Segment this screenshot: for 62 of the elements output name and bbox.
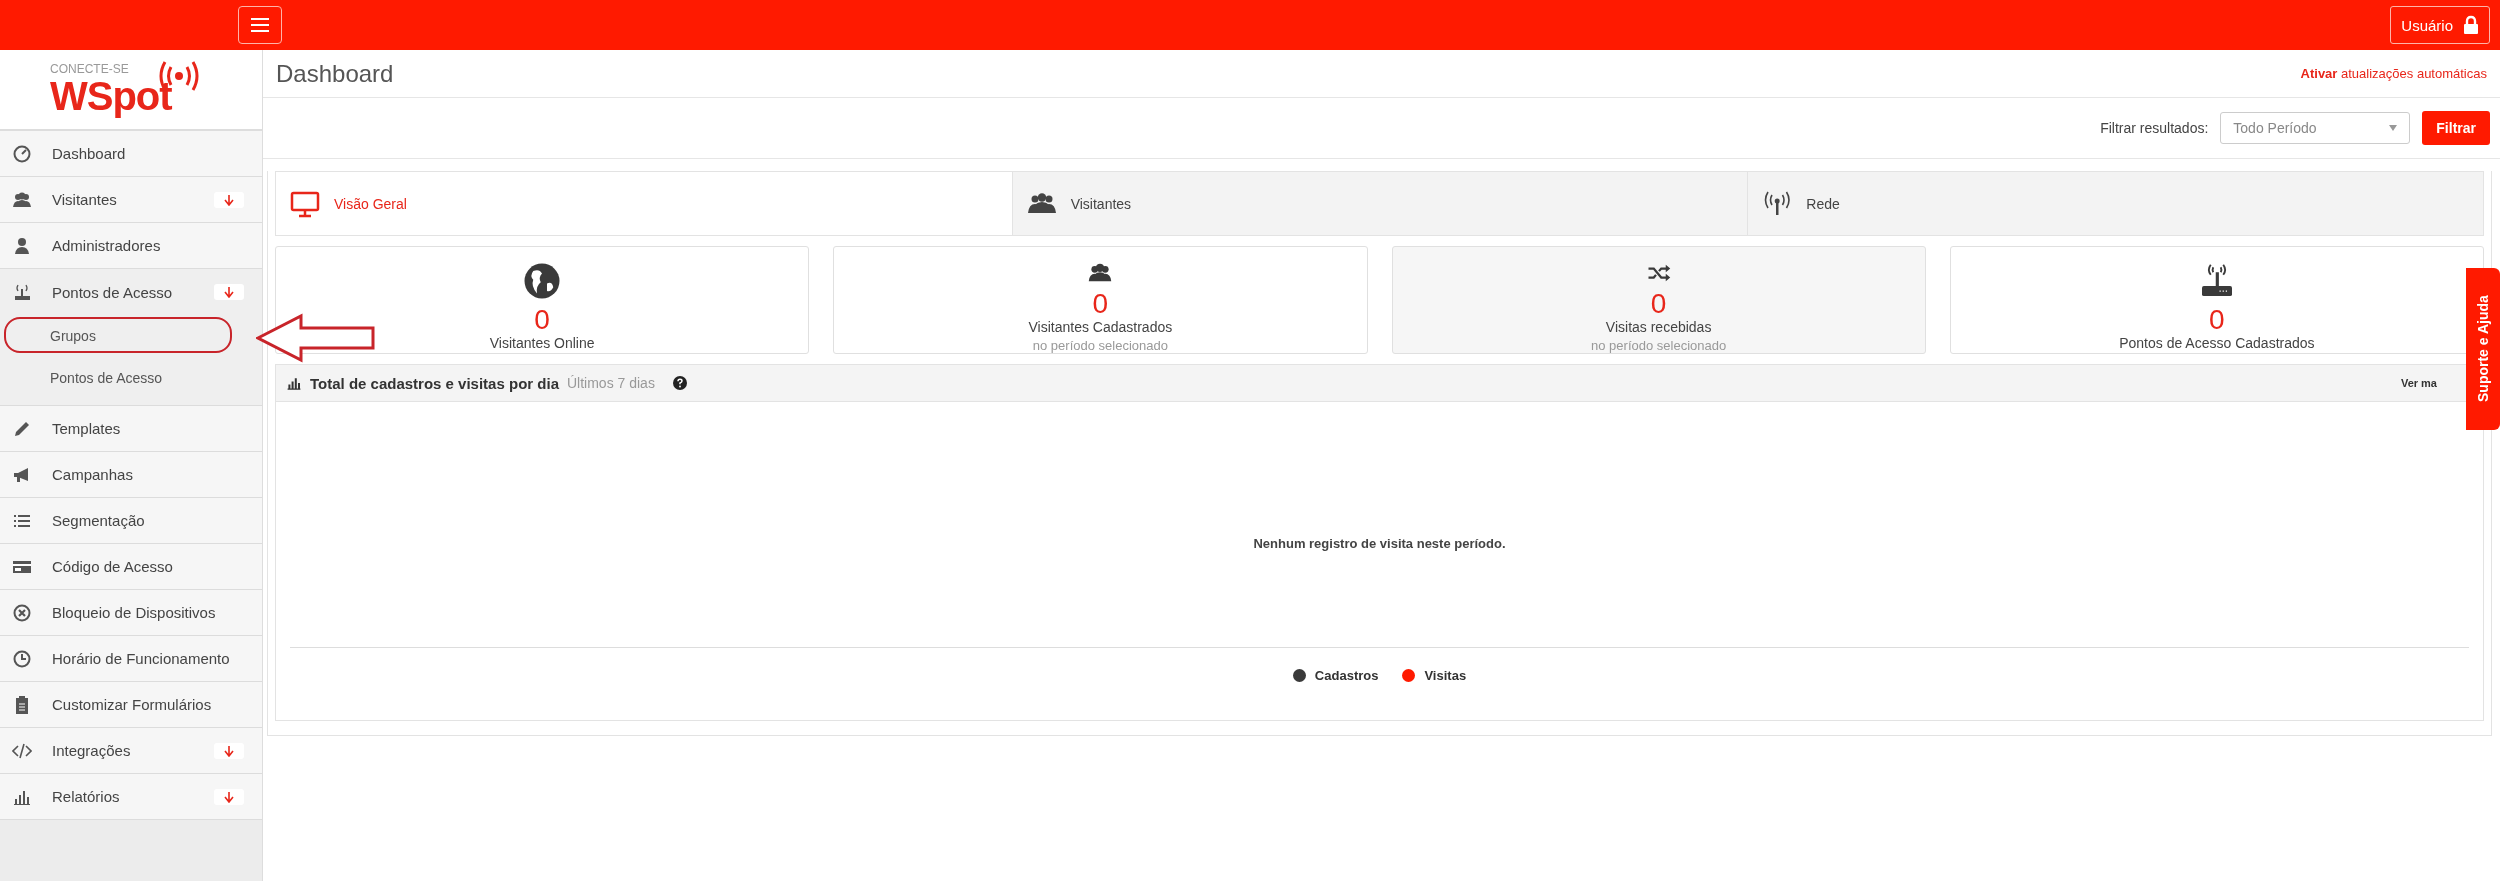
gauge-icon: [12, 143, 32, 164]
arrow-icon: [224, 193, 234, 206]
menu-icon: [251, 18, 269, 32]
tab[interactable]: Rede: [1747, 172, 2483, 235]
stat-value: 0: [1650, 289, 1667, 319]
monitor-icon: [290, 189, 320, 218]
expand-toggle[interactable]: [214, 284, 244, 300]
logo-name: WSpot: [50, 76, 172, 116]
legend-label: Visitas: [1424, 668, 1467, 683]
expand-toggle[interactable]: [214, 788, 244, 805]
legend-label: Cadastros: [1314, 668, 1379, 683]
stat-label: Visitantes Cadastrados: [1028, 319, 1173, 335]
stat-note: no período selecionado: [1591, 338, 1727, 353]
sidebar-item[interactable]: Segmentação: [0, 498, 262, 544]
clock-icon: [12, 648, 32, 669]
support-tab[interactable]: Suporte e Ajuda: [2466, 268, 2500, 430]
sidebar-item[interactable]: Visitantes: [0, 177, 262, 223]
bar-chart-icon: [286, 375, 302, 391]
expand-toggle[interactable]: [214, 742, 244, 759]
sidebar-item[interactable]: Campanhas: [0, 452, 262, 498]
stat-label: Visitas recebidas: [1605, 319, 1712, 335]
sidebar-subitem[interactable]: Grupos: [0, 315, 262, 357]
panel-title: Total de cadastros e visitas por dia: [310, 374, 559, 392]
sidebar-item[interactable]: Relatórios: [0, 774, 262, 820]
stat-note: no período selecionado: [1032, 338, 1168, 353]
sidebar-item[interactable]: Horário de Funcionamento: [0, 636, 262, 682]
sidebar-item[interactable]: Código de Acesso: [0, 544, 262, 590]
menu-button[interactable]: [238, 6, 282, 44]
close-circle-icon: [12, 602, 32, 623]
tab[interactable]: Visitantes: [1011, 172, 1748, 235]
more-link[interactable]: Ver ma: [2400, 377, 2437, 389]
filter-label: Filtrar resultados:: [2100, 120, 2209, 136]
expand-toggle[interactable]: [214, 191, 244, 208]
caret-icon: [2389, 125, 2398, 131]
arrow-icon: [224, 286, 234, 298]
filter-button[interactable]: Filtrar: [2422, 111, 2490, 145]
page-title: Dashboard: [276, 59, 394, 88]
lock-icon: [2463, 15, 2479, 35]
panel-subtitle: Últimos 7 dias: [567, 375, 655, 391]
sidebar-item[interactable]: Integrações: [0, 728, 262, 774]
sidebar-item[interactable]: Customizar Formulários: [0, 682, 262, 728]
stat-value: 0: [1092, 289, 1109, 319]
sidebar-item[interactable]: Templates: [0, 406, 262, 452]
sidebar-item[interactable]: Bloqueio de Dispositivos: [0, 590, 262, 636]
sidebar-item[interactable]: Dashboard: [0, 131, 262, 177]
router-icon: [12, 282, 32, 302]
arrow-icon: [224, 790, 234, 803]
stat-label: Visitantes Online: [489, 335, 595, 351]
sidebar-item[interactable]: Administradores: [0, 223, 262, 269]
arrow-icon: [224, 744, 234, 757]
empty-message: Nenhum registro de visita neste período.: [1253, 536, 1506, 551]
auto-update-link[interactable]: Ativar atualizações automáticas: [2300, 66, 2487, 81]
stat-label: Pontos de Acesso Cadastrados: [2119, 335, 2315, 351]
signal-icon: [1762, 189, 1793, 218]
logo-tagline: CONECTE-SE: [50, 62, 129, 76]
user-icon: [12, 235, 32, 256]
help-icon[interactable]: [672, 376, 687, 390]
stat-value: 0: [534, 305, 550, 335]
stat-value: 0: [2209, 305, 2225, 335]
period-select[interactable]: Todo Período: [2220, 112, 2411, 144]
user-button[interactable]: Usuário: [2390, 6, 2490, 44]
sidebar-subitem[interactable]: Pontos de Acesso: [0, 357, 262, 399]
